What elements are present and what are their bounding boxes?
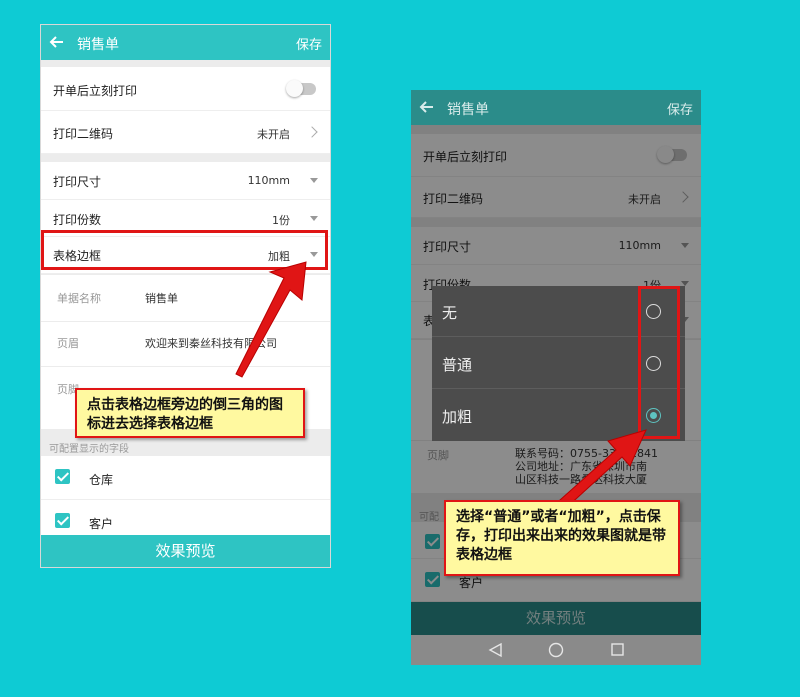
- callout-right: 选择“普通”或者“加粗”，点击保存，打印出来出来的效果图就是带表格边框: [444, 500, 680, 576]
- callout-left: 点击表格边框旁边的倒三角的图标进去选择表格边框: [75, 388, 305, 438]
- arrow-left-callout: [235, 261, 307, 378]
- arrow-right-callout: [559, 429, 647, 509]
- annotation-arrows: [235, 261, 647, 509]
